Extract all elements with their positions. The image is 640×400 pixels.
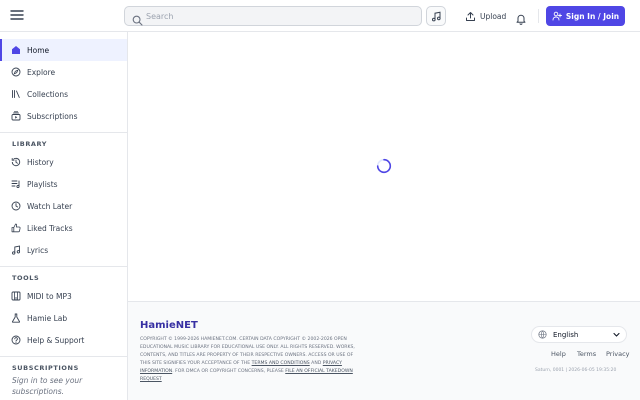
language-value: English [553,330,579,339]
section-title-tools: TOOLS [12,274,40,282]
footer-brand: HamieNET [140,320,198,331]
sidebar-item-collections[interactable]: Collections [0,83,127,105]
music-note-icon [432,11,441,22]
menu-icon[interactable] [10,9,26,23]
search-icon [132,11,143,26]
loading-spinner-icon [376,158,392,174]
music-note-icon [12,245,21,255]
sidebar-item-history[interactable]: History [0,151,127,173]
sign-in-label: Sign In / Join [565,11,620,21]
footer-help-link[interactable]: Help [551,350,566,358]
sidebar-item-subscriptions[interactable]: Subscriptions [0,105,127,127]
sign-in-button[interactable]: Sign In / Join [546,6,625,26]
subscriptions-icon [11,111,21,121]
sidebar-item-playlists[interactable]: Playlists [0,173,127,195]
sidebar-item-label: Playlists [27,179,58,189]
language-selector[interactable]: English [531,326,627,343]
globe-icon [538,330,547,339]
sidebar-item-midi-to-mp3[interactable]: MIDI to MP3 [0,285,127,307]
main-content [128,32,640,301]
clock-icon [11,201,21,211]
sidebar-item-label: Lyrics [27,245,49,255]
history-icon [11,157,21,167]
sidebar-item-help-support[interactable]: Help & Support [0,329,127,351]
sidebar-item-label: Liked Tracks [27,223,73,233]
sidebar-item-home[interactable]: Home [0,39,127,61]
sidebar-item-label: Collections [27,89,69,99]
terms-link[interactable]: TERMS AND CONDITIONS [252,361,310,366]
help-icon [11,335,21,345]
sidebar: Home Explore Collections Subscriptions L… [0,32,128,400]
user-plus-icon [552,11,562,21]
music-search-button[interactable] [426,6,446,26]
sidebar-item-label: Subscriptions [27,111,78,121]
divider [538,9,539,23]
bell-icon[interactable] [515,10,527,25]
playlist-icon [11,180,20,189]
sidebar-item-label: History [27,157,54,167]
top-bar: Upload Sign In / Join [0,0,640,32]
upload-icon [466,11,475,21]
flask-icon [11,313,21,323]
sidebar-item-label: MIDI to MP3 [27,291,72,301]
sidebar-item-lyrics[interactable]: Lyrics [0,239,127,261]
divider [0,132,127,133]
sidebar-item-label: Explore [27,67,56,77]
sidebar-item-label: Home [27,45,50,55]
sidebar-item-label: Watch Later [27,201,73,211]
section-title-library: LIBRARY [12,140,48,148]
sidebar-item-hamie-lab[interactable]: Hamie Lab [0,307,127,329]
sidebar-item-explore[interactable]: Explore [0,61,127,83]
midi-icon [11,291,21,301]
chevron-down-icon [613,332,620,337]
footer-terms-link[interactable]: Terms [577,350,596,358]
upload-button[interactable]: Upload [465,10,506,22]
build-info: Saturn, 0001 | 2026-06-05 19:35:20 [535,368,617,373]
sidebar-item-label: Hamie Lab [27,313,68,323]
sidebar-item-watch-later[interactable]: Watch Later [0,195,127,217]
search-box[interactable] [124,6,422,26]
subscriptions-note: Sign in to see your subscriptions. [12,376,83,396]
library-icon [12,90,20,98]
divider [0,266,127,267]
sidebar-item-label: Help & Support [27,335,85,345]
legal-text-part: AND [309,360,323,366]
thumbs-up-icon [11,223,21,233]
legal-text: COPYRIGHT © 1999-2026 HAMIENET.COM. CERT… [140,336,360,383]
upload-label: Upload [480,11,507,21]
footer: HamieNET COPYRIGHT © 1999-2026 HAMIENET.… [128,301,640,400]
sidebar-item-liked-tracks[interactable]: Liked Tracks [0,217,127,239]
section-title-subscriptions: SUBSCRIPTIONS [12,364,79,372]
compass-icon [11,67,21,77]
divider [0,356,127,357]
home-icon [12,46,20,54]
footer-privacy-link[interactable]: Privacy [606,350,630,358]
legal-text-part: . FOR DMCA OR COPYRIGHT CONCERNS, PLEASE [172,368,286,374]
search-input[interactable] [146,8,416,24]
